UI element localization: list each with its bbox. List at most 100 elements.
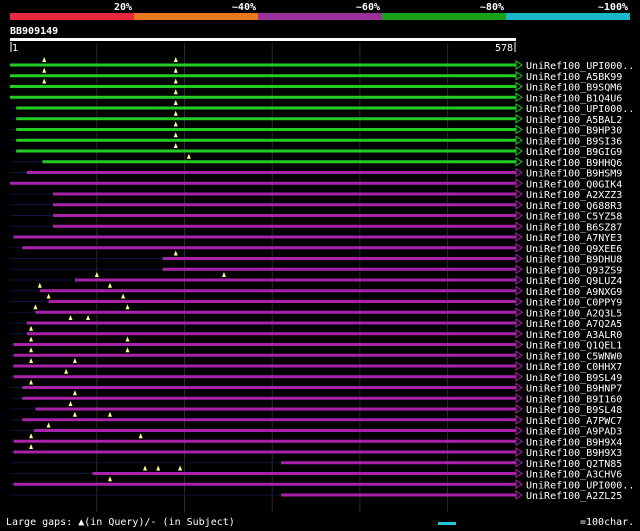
query-gap-marker bbox=[29, 358, 34, 363]
hit-label: UniRef100_A3ALR0 bbox=[526, 330, 622, 341]
hit-arrow bbox=[515, 361, 523, 371]
hit-bar bbox=[42, 160, 516, 164]
hit-arrow bbox=[515, 81, 523, 92]
hit-arrow bbox=[515, 70, 523, 81]
identity-scale-segment bbox=[134, 13, 258, 20]
hit-arrow bbox=[515, 264, 523, 275]
query-gap-marker bbox=[107, 476, 112, 482]
hit-bar bbox=[16, 138, 517, 142]
hit-bar bbox=[13, 482, 516, 486]
hit-label: UniRef100_A7PWC7 bbox=[526, 416, 622, 427]
query-gap-marker bbox=[186, 153, 191, 159]
hit-label: UniRef100_A5BK99 bbox=[526, 72, 622, 83]
alignment-plot: 20% ~40% ~60% ~80% ~100%UniRef100_UPI000..Un… bbox=[10, 2, 634, 525]
hit-label: UniRef100_Q0GIK4 bbox=[526, 179, 622, 190]
hit-bar bbox=[13, 353, 516, 357]
query-gap-marker bbox=[173, 89, 178, 95]
hit-arrow bbox=[515, 210, 523, 221]
hit-label: UniRef100_B9SI36 bbox=[526, 136, 622, 147]
hit-label: UniRef100_UPI000.. bbox=[526, 480, 634, 491]
hit-arrow bbox=[515, 103, 523, 113]
query-gap-marker bbox=[33, 304, 38, 310]
query-bar bbox=[10, 38, 516, 41]
hit-bar bbox=[22, 418, 517, 422]
hit-bar bbox=[13, 375, 516, 379]
identity-scale-label: ~80% bbox=[480, 2, 504, 13]
hit-bar bbox=[10, 95, 516, 99]
hit-label: UniRef100_A2XZZ3 bbox=[526, 190, 622, 201]
query-gap-marker bbox=[42, 57, 47, 62]
hit-bar bbox=[52, 203, 516, 207]
hit-bar bbox=[13, 364, 516, 368]
hit-label: UniRef100_Q688R3 bbox=[526, 201, 622, 212]
hit-bar bbox=[52, 214, 516, 217]
hit-bar bbox=[10, 63, 516, 67]
hit-label: UniRef100_B9H9X3 bbox=[526, 448, 622, 459]
identity-scale-segment bbox=[10, 13, 134, 20]
query-gap-marker bbox=[29, 433, 34, 439]
hit-label: UniRef100_C5WNW0 bbox=[526, 351, 622, 362]
identity-scale-label: ~60% bbox=[356, 2, 380, 13]
hit-arrow bbox=[515, 167, 523, 178]
query-gap-marker bbox=[173, 110, 178, 116]
identity-scale-label: ~40% bbox=[232, 2, 256, 13]
hit-label: UniRef100_B9I160 bbox=[526, 394, 622, 405]
query-start-label: 1 bbox=[12, 43, 19, 54]
hit-arrow bbox=[515, 457, 523, 468]
hit-label: UniRef100_Q9LUZ4 bbox=[526, 276, 622, 287]
hit-bar bbox=[16, 128, 517, 131]
hit-bar bbox=[26, 332, 516, 336]
query-gap-marker bbox=[72, 411, 77, 417]
hit-arrow bbox=[515, 135, 523, 146]
hit-label: UniRef100_Q1QEL1 bbox=[526, 341, 622, 352]
hit-bar bbox=[92, 472, 516, 475]
hit-label: UniRef100_C5YZ58 bbox=[526, 212, 622, 223]
hit-arrow bbox=[515, 468, 523, 479]
hit-arrow bbox=[515, 436, 523, 447]
query-gap-marker bbox=[72, 390, 77, 396]
hit-bar bbox=[13, 439, 516, 443]
hit-arrow bbox=[515, 124, 523, 135]
query-gap-marker bbox=[173, 121, 178, 127]
hit-arrow bbox=[515, 328, 523, 339]
hit-arrow bbox=[515, 393, 523, 404]
hit-label: UniRef100_B9SL48 bbox=[526, 405, 622, 416]
scale-bar bbox=[438, 522, 456, 525]
scale-label: =100char. bbox=[580, 517, 635, 528]
query-gap-marker bbox=[29, 347, 34, 353]
query-gap-marker bbox=[86, 315, 91, 320]
query-gap-marker bbox=[29, 379, 34, 385]
hit-bar bbox=[16, 117, 517, 121]
hit-label: UniRef100_A2Q3L5 bbox=[526, 308, 622, 319]
hit-label: UniRef100_Q9XEE6 bbox=[526, 244, 622, 255]
hit-bar bbox=[13, 343, 516, 346]
hit-label: UniRef100_B9HNP7 bbox=[526, 384, 622, 395]
hit-arrow bbox=[515, 296, 523, 307]
hit-label: UniRef100_B6SZ87 bbox=[526, 222, 622, 233]
hit-label: UniRef100_B9DHU8 bbox=[526, 255, 622, 266]
identity-scale-segment bbox=[382, 13, 506, 20]
hit-label: UniRef100_A2ZL25 bbox=[526, 491, 622, 502]
query-gap-marker bbox=[173, 250, 178, 256]
hit-arrow bbox=[515, 318, 523, 328]
query-gap-marker bbox=[107, 411, 112, 417]
hit-bar bbox=[16, 106, 517, 110]
query-gap-marker bbox=[221, 272, 226, 277]
hit-label: UniRef100_A7Q2A5 bbox=[526, 319, 622, 330]
hit-bar bbox=[22, 246, 517, 250]
hit-arrow bbox=[515, 425, 523, 436]
query-gap-marker bbox=[143, 465, 148, 471]
hit-bar bbox=[26, 321, 516, 325]
hit-arrow bbox=[515, 146, 523, 156]
query-gap-marker bbox=[107, 282, 112, 288]
hit-bar bbox=[16, 149, 517, 153]
identity-scale-label: 20% bbox=[114, 2, 132, 13]
query-end-label: 578 bbox=[495, 43, 514, 54]
hit-arrow bbox=[515, 189, 523, 199]
hit-label: UniRef100_B9H9X4 bbox=[526, 437, 622, 448]
query-gap-marker bbox=[68, 401, 73, 406]
query-gap-marker bbox=[42, 78, 47, 84]
hit-arrow bbox=[515, 479, 523, 490]
hit-label: UniRef100_UPI000.. bbox=[526, 104, 634, 115]
hit-bar bbox=[10, 74, 516, 78]
